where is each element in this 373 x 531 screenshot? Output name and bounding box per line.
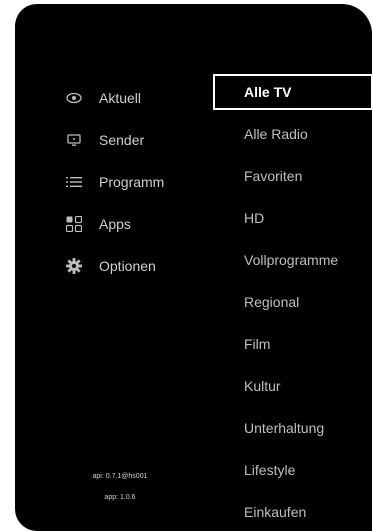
apps-grid-icon bbox=[65, 215, 83, 233]
nav-item-apps[interactable]: Apps bbox=[65, 203, 210, 245]
api-version-text: api: 0.7.1@hs001 bbox=[92, 473, 148, 480]
nav-item-aktuell[interactable]: Aktuell bbox=[65, 77, 210, 119]
submenu-item-film[interactable]: Film bbox=[213, 323, 372, 365]
submenu-item-regional[interactable]: Regional bbox=[213, 281, 372, 323]
nav-item-label: Optionen bbox=[99, 258, 156, 274]
submenu-item-favoriten[interactable]: Favoriten bbox=[213, 155, 372, 197]
nav-item-programm[interactable]: Programm bbox=[65, 161, 210, 203]
submenu-item-einkaufen[interactable]: Einkaufen bbox=[213, 491, 372, 531]
submenu-item-unterhaltung[interactable]: Unterhaltung bbox=[213, 407, 372, 449]
submenu-item-vollprogramme[interactable]: Vollprogramme bbox=[213, 239, 372, 281]
submenu-item-kultur[interactable]: Kultur bbox=[213, 365, 372, 407]
tv-menu-screen: Aktuell Sender Programm Apps Optionen Al… bbox=[15, 4, 372, 531]
gear-icon bbox=[65, 257, 83, 275]
nav-item-optionen[interactable]: Optionen bbox=[65, 245, 210, 287]
channel-list-submenu: Alle TV Alle Radio Favoriten HD Vollprog… bbox=[213, 71, 372, 531]
tv-icon bbox=[65, 131, 83, 149]
submenu-item-alle-tv[interactable]: Alle TV bbox=[213, 74, 372, 110]
nav-item-label: Sender bbox=[99, 132, 145, 148]
nav-item-sender[interactable]: Sender bbox=[65, 119, 210, 161]
nav-item-label: Aktuell bbox=[99, 90, 142, 106]
eye-icon bbox=[65, 89, 83, 107]
list-icon bbox=[65, 173, 83, 191]
submenu-item-alle-radio[interactable]: Alle Radio bbox=[213, 113, 372, 155]
submenu-item-hd[interactable]: HD bbox=[213, 197, 372, 239]
nav-item-label: Apps bbox=[99, 216, 131, 232]
main-nav: Aktuell Sender Programm Apps Optionen bbox=[65, 77, 210, 287]
submenu-item-lifestyle[interactable]: Lifestyle bbox=[213, 449, 372, 491]
nav-item-label: Programm bbox=[99, 174, 165, 190]
app-version-text: app: 1.0.6 bbox=[104, 494, 136, 501]
